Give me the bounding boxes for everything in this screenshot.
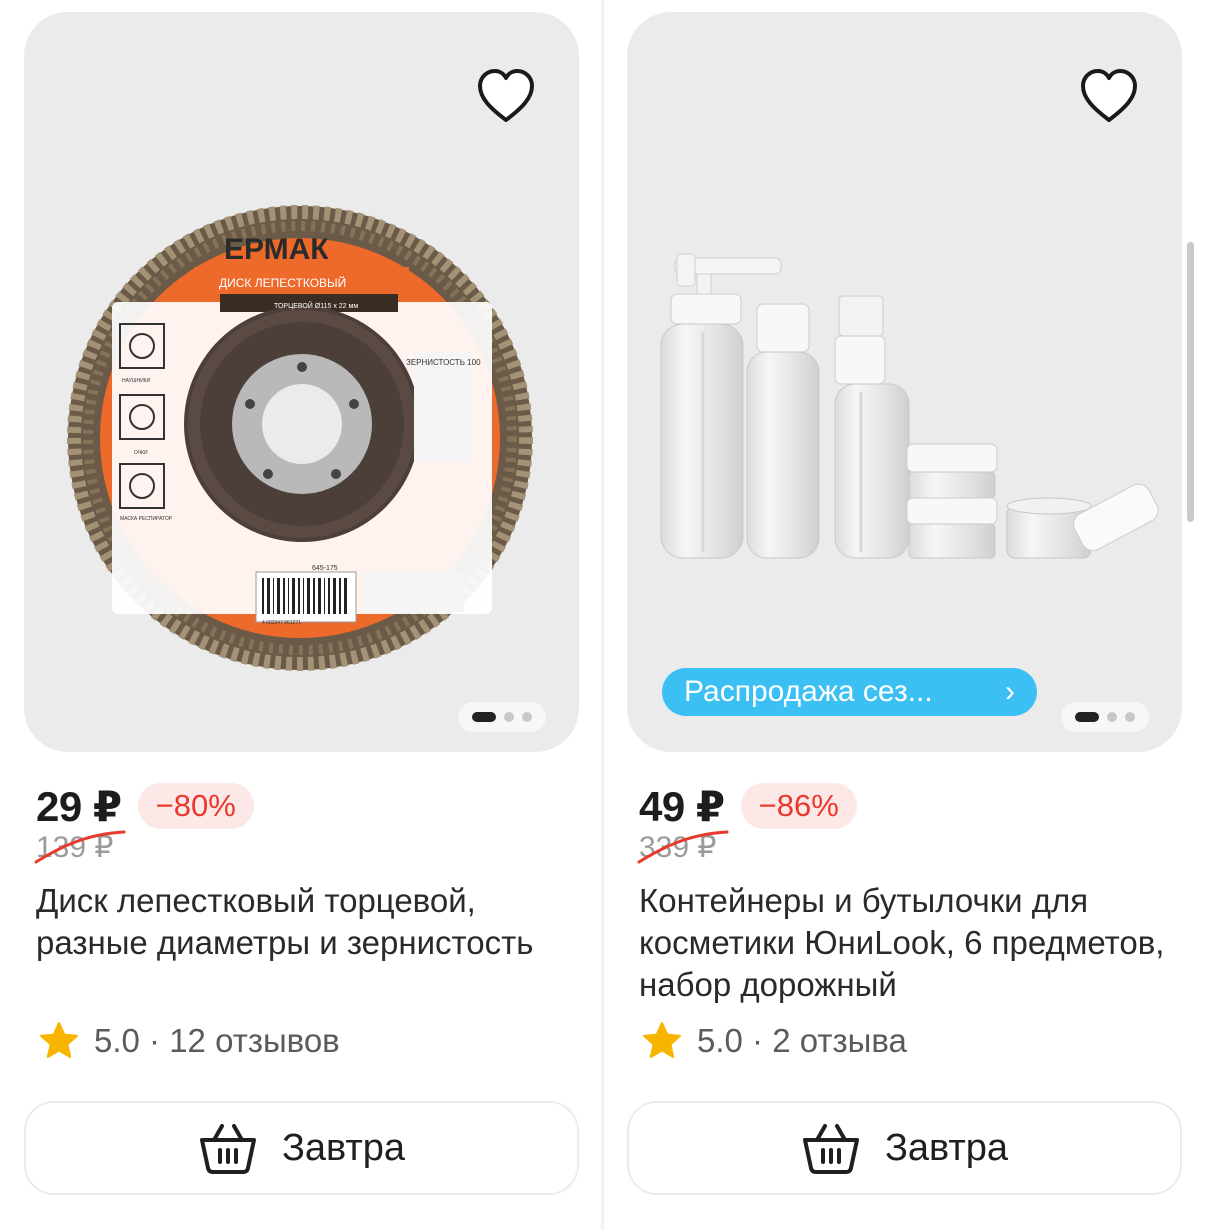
basket-icon [802, 1124, 859, 1174]
sale-badge-label: Распродажа сез... [684, 675, 933, 708]
product-image[interactable]: Распродажа сез... › [627, 12, 1182, 752]
scrollbar[interactable] [1187, 242, 1194, 522]
discount-badge: −86% [740, 783, 857, 829]
strike-icon [34, 830, 126, 864]
price-row: 49 ₽ −86% [639, 780, 857, 832]
pagination-dot[interactable] [522, 712, 532, 722]
rating[interactable]: 5.0 · 2 отзыва [641, 1018, 907, 1064]
strike-icon [637, 830, 729, 864]
favorite-button[interactable] [1075, 62, 1143, 130]
icon1-text: НАУШНИКИ [122, 378, 151, 384]
code-text: 645-175 [312, 565, 338, 572]
product-image[interactable]: ЕРМАК ДИСК ЛЕПЕСТКОВЫЙ ТОРЦЕВОЙ Ø115 x 2… [24, 12, 579, 752]
heart-icon [478, 69, 534, 122]
column-divider [601, 0, 604, 1230]
favorite-button[interactable] [472, 62, 540, 130]
band-text: ДИСК ЛЕПЕСТКОВЫЙ [219, 275, 346, 290]
pagination-dot-active[interactable] [1075, 712, 1099, 722]
pagination-dot[interactable] [1125, 712, 1135, 722]
icon2-text: ОЧКИ [134, 450, 148, 456]
current-price: 49 ₽ [639, 782, 725, 830]
rating-text: 5.0 · 12 отзывов [94, 1022, 340, 1059]
grit-text: ЗЕРНИСТОСТЬ 100 [406, 358, 481, 367]
product-card[interactable]: ЕРМАК ДИСК ЛЕПЕСТКОВЫЙ ТОРЦЕВОЙ Ø115 x 2… [24, 0, 579, 1230]
discount-badge: −80% [137, 783, 254, 829]
brand-logo-text: ЕРМАК [224, 233, 329, 266]
basket-icon [199, 1124, 256, 1174]
image-pagination[interactable] [458, 702, 546, 732]
star-icon [643, 1022, 681, 1058]
product-card[interactable]: Распродажа сез... › 49 ₽ −86% 339 ₽ Конт… [627, 0, 1182, 1230]
delivery-label: Завтра [884, 1126, 1009, 1169]
add-to-cart-button[interactable]: Завтра [24, 1101, 579, 1195]
rating[interactable]: 5.0 · 12 отзывов [38, 1018, 340, 1064]
star-icon [40, 1022, 78, 1058]
pagination-dot-active[interactable] [472, 712, 496, 722]
chevron-right-icon: › [1005, 675, 1015, 708]
heart-icon [1081, 69, 1137, 122]
delivery-label: Завтра [281, 1126, 406, 1169]
current-price: 29 ₽ [36, 782, 122, 830]
price-row: 29 ₽ −80% [36, 780, 254, 832]
icon3-text: МАСКА РЕСПИРАТОР [120, 516, 173, 522]
barcode-text: 4 603347 061271 [262, 620, 301, 626]
pagination-dot[interactable] [504, 712, 514, 722]
product-title[interactable]: Диск лепестковый торцевой, разные диамет… [36, 880, 566, 964]
add-to-cart-button[interactable]: Завтра [627, 1101, 1182, 1195]
subband-text: ТОРЦЕВОЙ Ø115 x 22 мм [274, 301, 358, 310]
sale-badge[interactable]: Распродажа сез... › [662, 668, 1037, 716]
rating-text: 5.0 · 2 отзыва [697, 1022, 907, 1059]
product-title[interactable]: Контейнеры и бутылочки для косметики Юни… [639, 880, 1169, 1006]
pagination-dot[interactable] [1107, 712, 1117, 722]
image-pagination[interactable] [1061, 702, 1149, 732]
